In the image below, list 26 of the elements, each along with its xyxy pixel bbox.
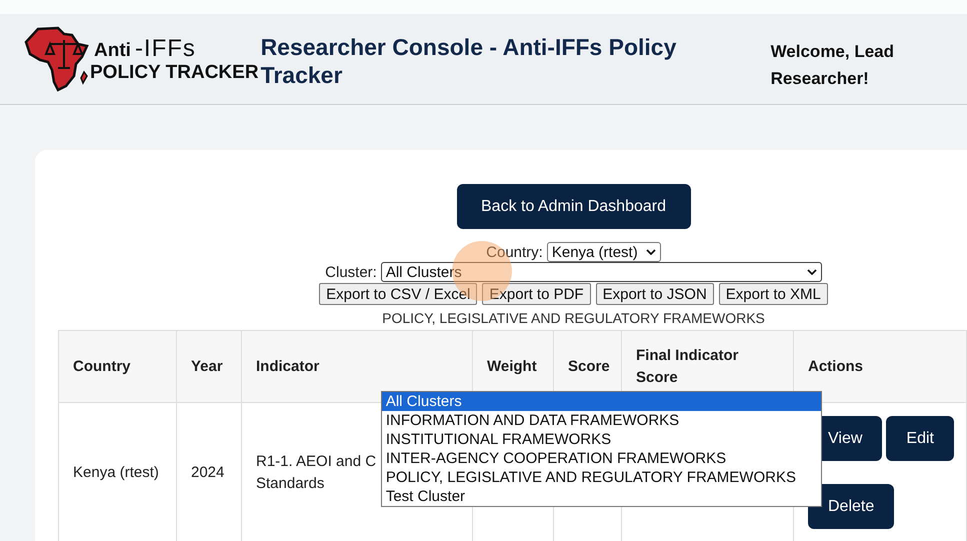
edit-button[interactable]: Edit — [886, 416, 954, 461]
country-label: Country: — [486, 244, 543, 260]
welcome-text: Welcome, Lead Researcher! — [770, 41, 896, 90]
chevron-down-icon — [806, 269, 817, 275]
export-button[interactable]: Export to CSV / Excel — [319, 283, 478, 305]
country-select[interactable]: Kenya (rtest) — [546, 242, 661, 262]
logo-word: Anti — [94, 40, 131, 62]
table-cell: Kenya (rtest) — [58, 402, 176, 541]
export-button[interactable]: Export to JSON — [596, 283, 714, 305]
export-button[interactable]: Export to PDF — [482, 283, 591, 305]
dropdown-option[interactable]: All Clusters — [382, 392, 821, 411]
delete-button[interactable]: Delete — [808, 484, 894, 529]
cluster-select[interactable]: All Clusters — [380, 262, 822, 282]
chevron-down-icon — [646, 249, 656, 255]
export-button[interactable]: Export to XML — [718, 283, 828, 305]
column-header: Actions — [794, 330, 966, 402]
cluster-label: Cluster: — [325, 264, 377, 280]
dropdown-option[interactable]: POLICY, LEGISLATIVE AND REGULATORY FRAMEWORKS — [382, 468, 821, 487]
column-header: Year — [176, 330, 242, 402]
logo-subtitle: POLICY TRACKER — [90, 62, 259, 84]
back-button[interactable]: Back to Admin Dashboard — [456, 184, 690, 229]
page-title: Researcher Console - Anti-IFFs Policy Tracker — [260, 33, 678, 89]
section-heading: POLICY, LEGISLATIVE AND REGULATORY FRAMEWORKS — [381, 309, 766, 328]
africa-scales-icon — [24, 26, 90, 92]
column-header: Country — [58, 330, 176, 402]
logo-word: -IFFs — [134, 34, 196, 62]
